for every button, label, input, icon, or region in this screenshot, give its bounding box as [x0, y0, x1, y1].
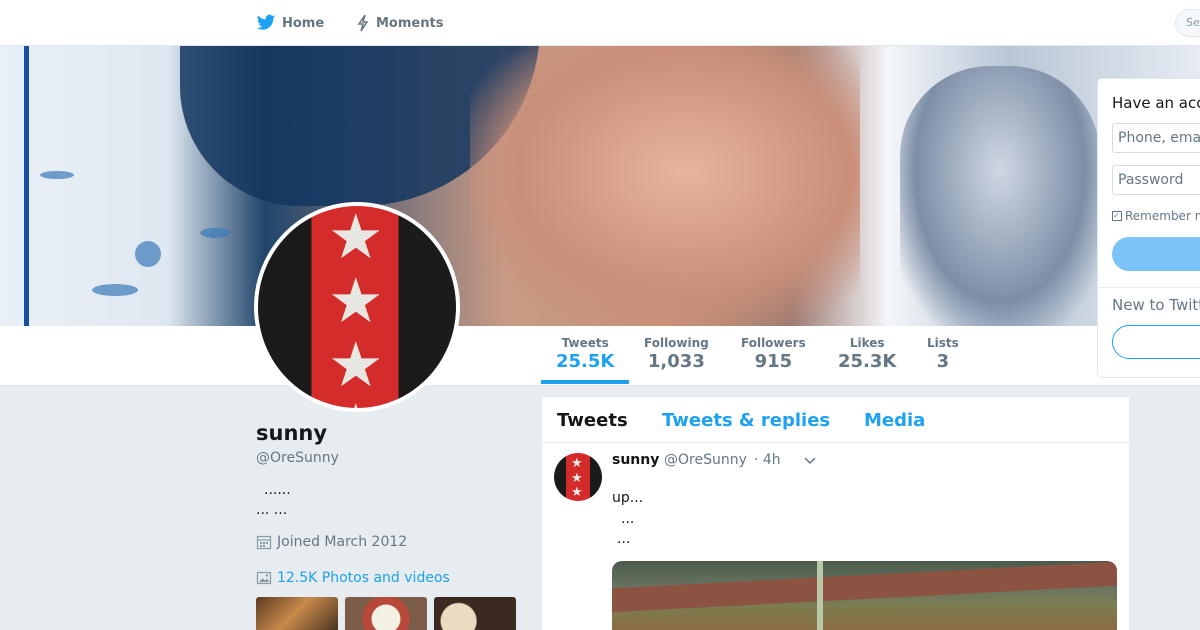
- chevron-down-icon: [804, 457, 816, 465]
- stat-value: 915: [754, 351, 793, 372]
- profile-handle: @OreSunny: [256, 450, 339, 466]
- joined-label: Joined March 2012: [277, 534, 408, 550]
- stat-tweets[interactable]: Tweets 25.5K: [556, 336, 614, 372]
- tweet-text-line: ...: [621, 511, 635, 527]
- tweet-timestamp[interactable]: · 4h: [754, 452, 781, 468]
- tweet-timeline: Tweets Tweets & replies Media ★ ★ ★ sunny …: [542, 397, 1129, 630]
- joined-date: Joined March 2012: [256, 534, 407, 550]
- stat-likes[interactable]: Likes 25.3K: [838, 336, 896, 372]
- tweet-media-image[interactable]: [612, 561, 1117, 630]
- divider: [1098, 287, 1200, 288]
- new-to-twitter-label: New to Twitte: [1112, 296, 1200, 314]
- stat-followers[interactable]: Followers 915: [741, 336, 806, 372]
- stat-value: 25.5K: [556, 351, 615, 372]
- active-stat-indicator: [541, 380, 629, 384]
- top-navigation: Home Moments Se: [0, 0, 1200, 46]
- photos-link-label: 12.5K Photos and videos: [277, 570, 450, 586]
- photo-thumbnail[interactable]: [345, 597, 427, 630]
- nav-moments-label: Moments: [376, 15, 444, 31]
- profile-stats-bar: Tweets 25.5K Following 1,033 Followers 9…: [0, 326, 1200, 386]
- stat-label: Likes: [849, 336, 885, 350]
- nav-moments[interactable]: Moments: [356, 0, 443, 46]
- signup-button[interactable]: S: [1112, 325, 1200, 359]
- image-icon: [256, 571, 272, 585]
- login-title: Have an acc: [1112, 94, 1200, 112]
- nav-home-label: Home: [282, 15, 325, 31]
- stat-label: Following: [644, 336, 709, 350]
- twitter-bird-icon: [256, 14, 276, 30]
- search-input[interactable]: Se: [1175, 9, 1200, 37]
- tab-tweets[interactable]: Tweets: [557, 410, 628, 431]
- photo-thumbnail[interactable]: [434, 597, 516, 630]
- timeline-tabs: Tweets Tweets & replies Media: [542, 397, 1129, 443]
- stat-label: Tweets: [561, 336, 609, 350]
- remember-me[interactable]: ✓ Remember m: [1112, 209, 1200, 223]
- nav-home[interactable]: Home: [256, 0, 324, 46]
- tweet-text-line: up...: [612, 490, 644, 506]
- phone-email-field[interactable]: Phone, ema: [1112, 123, 1200, 153]
- stat-value: 3: [936, 351, 950, 372]
- stat-lists[interactable]: Lists 3: [927, 336, 959, 372]
- profile-bio-line: ... ...: [256, 502, 288, 518]
- login-panel: Have an acc Phone, ema Password ✓ Rememb…: [1097, 78, 1200, 378]
- tweet-author-handle[interactable]: @OreSunny: [664, 452, 747, 468]
- profile-banner: [0, 46, 1200, 326]
- profile-avatar[interactable]: ★ ★ ★ ★: [254, 202, 460, 412]
- tweet-author-name[interactable]: sunny: [612, 452, 659, 468]
- stat-label: Followers: [741, 336, 806, 350]
- photos-and-videos-link[interactable]: 12.5K Photos and videos: [256, 570, 450, 586]
- lightning-icon: [357, 14, 369, 32]
- tweet-text-line: ...: [617, 531, 631, 547]
- tweet-avatar[interactable]: ★ ★ ★: [554, 453, 602, 501]
- calendar-icon: [256, 535, 272, 550]
- profile-name: sunny: [256, 421, 328, 445]
- remember-checkbox[interactable]: ✓: [1112, 211, 1122, 221]
- stat-following[interactable]: Following 1,033: [644, 336, 709, 372]
- stat-label: Lists: [927, 336, 959, 350]
- login-button[interactable]: [1112, 237, 1200, 271]
- stat-value: 1,033: [647, 351, 705, 372]
- password-field[interactable]: Password: [1112, 165, 1200, 195]
- tweet-menu-button[interactable]: [803, 452, 817, 471]
- tab-tweets-and-replies[interactable]: Tweets & replies: [662, 410, 830, 431]
- photo-thumbnail[interactable]: [256, 597, 338, 630]
- tab-media[interactable]: Media: [864, 410, 925, 431]
- stat-value: 25.3K: [838, 351, 897, 372]
- profile-bio-line: ......: [264, 482, 291, 498]
- remember-label: Remember m: [1125, 209, 1200, 223]
